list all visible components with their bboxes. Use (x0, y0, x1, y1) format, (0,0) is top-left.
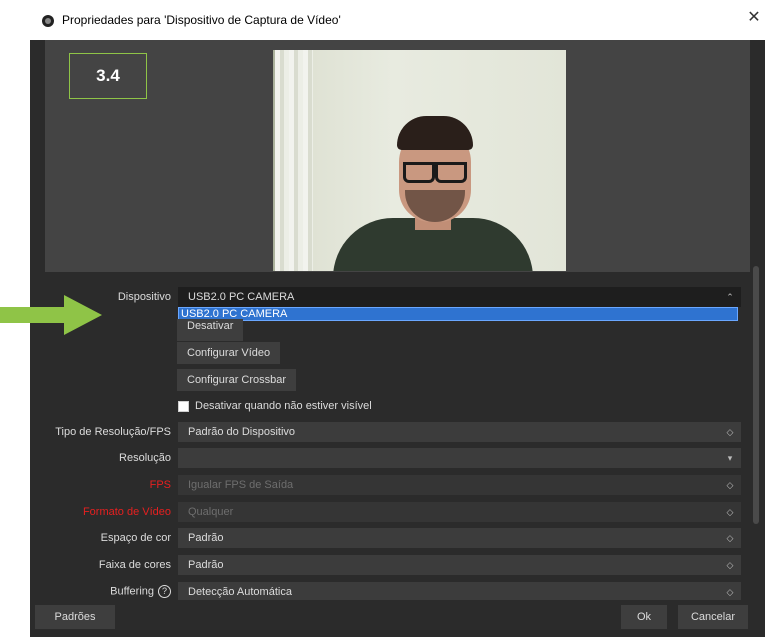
camera-preview (273, 50, 566, 271)
configure-crossbar-button[interactable]: Configurar Crossbar (177, 369, 297, 391)
fps-select[interactable]: Igualar FPS de Saída ◇ (178, 475, 741, 495)
deactivate-when-hidden-row[interactable]: Desativar quando não estiver visível (178, 398, 372, 414)
chevron-down-icon: ▾ (727, 453, 733, 463)
color-range-select[interactable]: Padrão ◇ (178, 555, 741, 575)
vertical-scrollbar[interactable] (750, 266, 760, 598)
deactivate-when-hidden-checkbox[interactable] (178, 400, 189, 412)
updown-icon: ◇ (726, 427, 734, 437)
fps-label: FPS (149, 479, 171, 491)
updown-icon: ◇ (726, 560, 734, 570)
updown-icon: ◇ (726, 507, 734, 517)
resolution-type-select[interactable]: Padrão do Dispositivo ◇ (178, 422, 741, 442)
device-label: Dispositivo (117, 291, 171, 303)
updown-icon: ◇ (726, 480, 734, 490)
color-space-select[interactable]: Padrão ◇ (178, 528, 741, 548)
resolution-label: Resolução (119, 452, 171, 464)
video-format-label: Formato de Vídeo (82, 506, 171, 518)
close-icon[interactable]: ✕ (745, 8, 763, 28)
device-dropdown-option[interactable]: USB2.0 PC CAMERA (178, 307, 738, 321)
cancel-button[interactable]: Cancelar (678, 605, 748, 629)
configure-video-button[interactable]: Configurar Vídeo (177, 342, 281, 364)
updown-icon: ◇ (726, 587, 734, 597)
updown-icon: ◇ (726, 533, 734, 543)
color-space-label: Espaço de cor (100, 532, 171, 544)
device-select[interactable]: USB2.0 PC CAMERA ⌃ (178, 287, 741, 307)
dialog-footer: Padrões Ok Cancelar (30, 600, 765, 637)
obs-logo-icon (42, 15, 54, 27)
resolution-select[interactable]: ▾ (178, 448, 741, 468)
video-format-select[interactable]: Qualquer ◇ (178, 502, 741, 522)
properties-dialog: 3.4 Dispositivo USB2.0 PC CAMERA ⌃ USB2.… (0, 40, 765, 637)
step-badge: 3.4 (69, 53, 147, 99)
help-icon[interactable]: ? (158, 585, 171, 598)
preview-area: 3.4 (45, 40, 750, 272)
deactivate-when-hidden-label: Desativar quando não estiver visível (195, 400, 372, 412)
buffering-select[interactable]: Detecção Automática ◇ (178, 582, 741, 602)
ok-button[interactable]: Ok (621, 605, 667, 629)
buffering-label: Buffering? (110, 585, 171, 598)
scrollbar-thumb[interactable] (753, 266, 759, 524)
window-title: Propriedades para 'Dispositivo de Captur… (62, 13, 341, 27)
updown-icon: ⌃ (726, 292, 734, 302)
color-range-label: Faixa de cores (98, 559, 171, 571)
resolution-type-label: Tipo de Resolução/FPS (55, 426, 171, 438)
title-bar: Propriedades para 'Dispositivo de Captur… (30, 0, 765, 40)
annotation-arrow-icon (0, 295, 102, 335)
deactivate-button[interactable]: Desativar (177, 319, 244, 341)
defaults-button[interactable]: Padrões (35, 605, 115, 629)
